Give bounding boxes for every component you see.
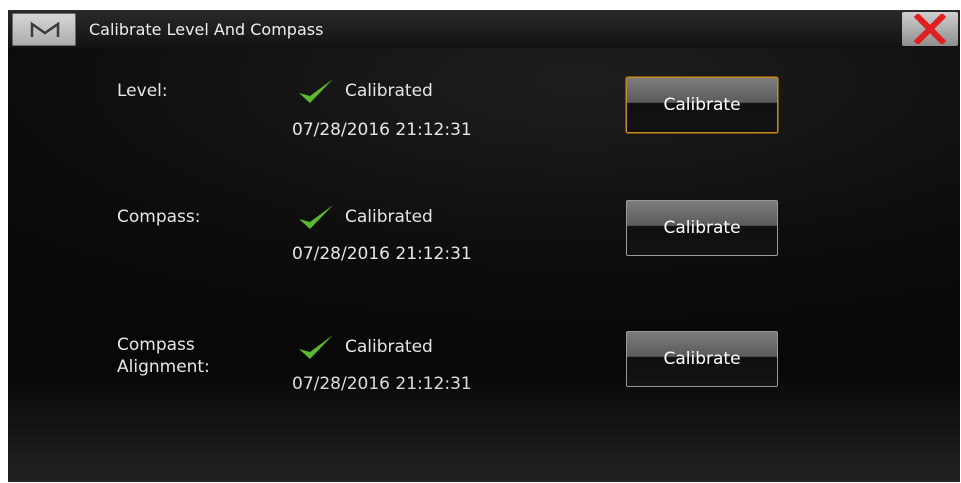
calibrate-compass-alignment-button[interactable]: Calibrate (626, 331, 778, 387)
check-icon (299, 335, 333, 359)
menu-m-icon (30, 21, 60, 37)
menu-button[interactable] (12, 13, 76, 46)
close-button[interactable] (902, 12, 958, 46)
close-x-icon (914, 14, 946, 44)
level-label: Level: (117, 81, 168, 101)
calibrate-level-button[interactable]: Calibrate (626, 77, 778, 133)
compass-alignment-label-line1: Compass (117, 335, 195, 355)
compass-label: Compass: (117, 207, 201, 227)
calibration-window: Calibrate Level And Compass Level: Calib… (8, 10, 960, 482)
window-title: Calibrate Level And Compass (89, 20, 324, 39)
check-icon (299, 205, 333, 229)
compass-alignment-label: Compass Alignment: (117, 334, 210, 378)
compass-alignment-timestamp: 07/28/2016 21:12:31 (292, 374, 472, 394)
level-status-text: Calibrated (345, 81, 433, 101)
level-timestamp: 07/28/2016 21:12:31 (292, 120, 472, 140)
compass-alignment-status-text: Calibrated (345, 337, 433, 357)
compass-alignment-label-line2: Alignment: (117, 357, 210, 377)
compass-status-text: Calibrated (345, 207, 433, 227)
compass-timestamp: 07/28/2016 21:12:31 (292, 244, 472, 264)
title-bar: Calibrate Level And Compass (8, 10, 960, 48)
check-icon (299, 79, 333, 103)
calibrate-compass-button[interactable]: Calibrate (626, 200, 778, 256)
